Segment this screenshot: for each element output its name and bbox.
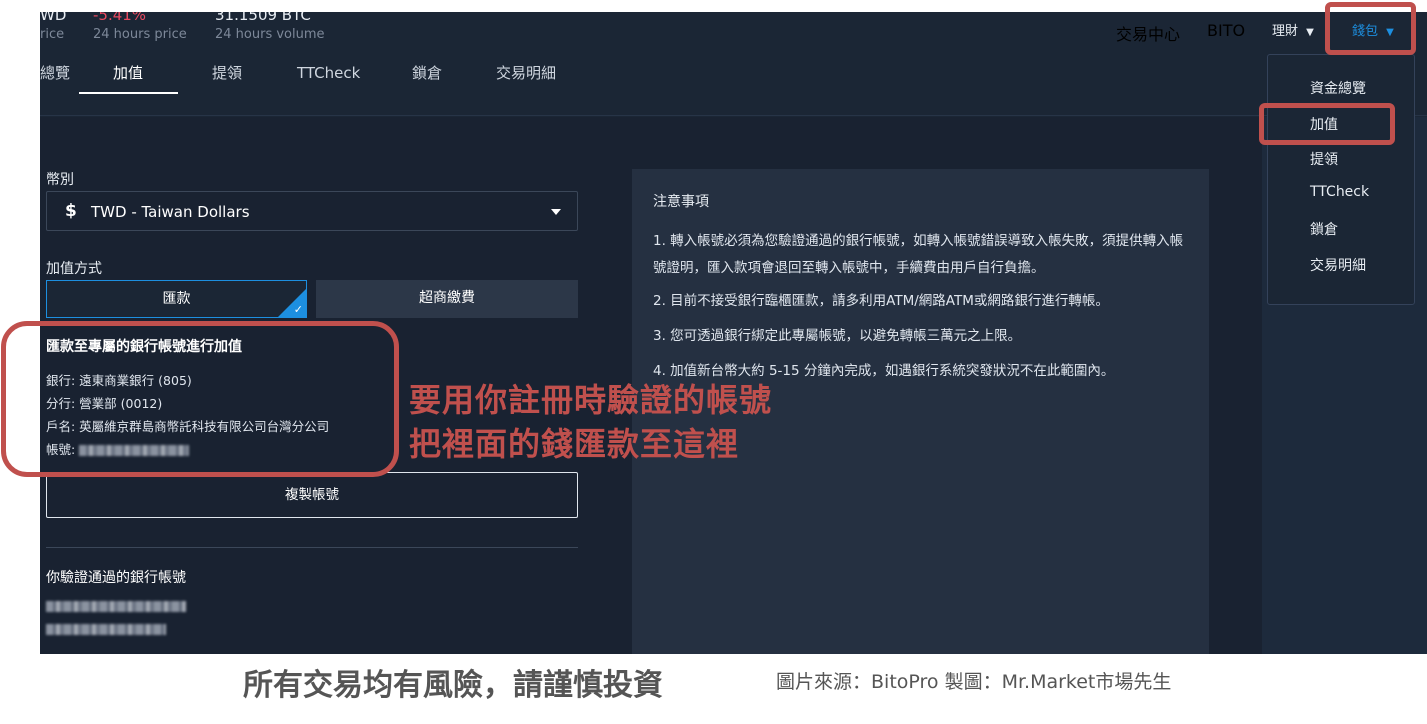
wallet-menu-ttcheck[interactable]: TTCheck (1310, 184, 1369, 200)
verified-accounts-title: 你驗證通過的銀行帳號 (46, 570, 186, 586)
redacted-verified-account-1 (46, 601, 186, 612)
tab-lock[interactable]: 鎖倉 (412, 64, 442, 94)
annotation-account-info-highlight (1, 321, 399, 477)
overlay-note-line-2: 把裡面的錢匯款至這裡 (409, 425, 740, 463)
wallet-menu-overview[interactable]: 資金總覽 (1310, 78, 1366, 98)
method-store-label: 超商繳費 (419, 290, 475, 306)
tab-overview[interactable]: 總覽 (40, 64, 70, 94)
annotation-wallet-highlight (1325, 2, 1416, 55)
method-remit-label: 匯款 (162, 291, 191, 307)
wallet-menu-lock[interactable]: 鎖倉 (1310, 219, 1338, 239)
ticker-volume-value: 31.1509 BTC (215, 12, 311, 24)
tab-ttcheck[interactable]: TTCheck (297, 64, 360, 94)
annotation-deposit-highlight (1259, 103, 1395, 145)
method-remit-button[interactable]: 匯款 ✓ (46, 280, 307, 318)
copy-account-button[interactable]: 複製帳號 (46, 472, 578, 518)
notice-item-3: 3. 您可透過銀行綁定此專屬帳號，以避免轉帳三萬元之上限。 (653, 328, 1022, 344)
notice-item-1: 1. 轉入帳號必須為您驗證通過的銀行帳號，如轉入帳號錯誤導致入帳失敗，須提供轉入… (653, 233, 1184, 276)
caret-down-icon (551, 209, 561, 215)
ticker-change-label: 24 hours price (93, 27, 187, 42)
ticker-volume-label: 24 hours volume (215, 27, 325, 42)
active-tab-indicator (79, 92, 178, 94)
ticker-price-label: rice (40, 27, 65, 42)
nav-finance-label: 理財 (1272, 24, 1299, 39)
tab-withdraw[interactable]: 提領 (212, 64, 242, 94)
notice-item-2: 2. 目前不接受銀行臨櫃匯款，請多利用ATM/網路ATM或網路銀行進行轉帳。 (653, 293, 1109, 309)
nav-finance-menu[interactable]: 理財 ▼ (1272, 20, 1314, 39)
currency-label: 幣別 (46, 172, 74, 188)
overlay-note-line-1: 要用你註冊時驗證的帳號 (409, 381, 773, 419)
method-label: 加值方式 (46, 261, 102, 277)
top-bar: WD rice -5.41% 24 hours price 31.1509 BT… (40, 12, 1427, 116)
ticker-volume: 31.1509 BTC 24 hours volume (215, 12, 325, 42)
wallet-menu-history[interactable]: 交易明細 (1310, 255, 1366, 275)
currency-value: TWD - Taiwan Dollars (91, 203, 250, 221)
currency-select[interactable]: $ TWD - Taiwan Dollars (46, 191, 578, 231)
ticker-change: -5.41% 24 hours price (93, 12, 187, 42)
wallet-dropdown-menu: 資金總覽 加值 提領 TTCheck 鎖倉 交易明細 (1267, 54, 1415, 305)
ticker-change-value: -5.41% (93, 12, 147, 24)
section-divider (46, 547, 578, 548)
dollar-icon: $ (65, 201, 77, 221)
risk-warning: 所有交易均有風險，請謹慎投資 (243, 668, 663, 703)
check-icon: ✓ (293, 303, 303, 316)
redacted-verified-account-2 (46, 624, 166, 635)
ticker-pair: WD (40, 12, 67, 24)
tab-history[interactable]: 交易明細 (496, 64, 556, 94)
method-store-button[interactable]: 超商繳費 (316, 280, 578, 318)
chevron-down-icon: ▼ (1306, 27, 1314, 38)
ticker-price: WD rice (40, 12, 66, 42)
notice-title: 注意事項 (653, 194, 709, 210)
tab-deposit[interactable]: 加值 (113, 64, 143, 94)
wallet-menu-withdraw[interactable]: 提領 (1310, 149, 1338, 169)
image-credit: 圖片來源：BitoPro 製圖：Mr.Market市場先生 (776, 671, 1172, 693)
